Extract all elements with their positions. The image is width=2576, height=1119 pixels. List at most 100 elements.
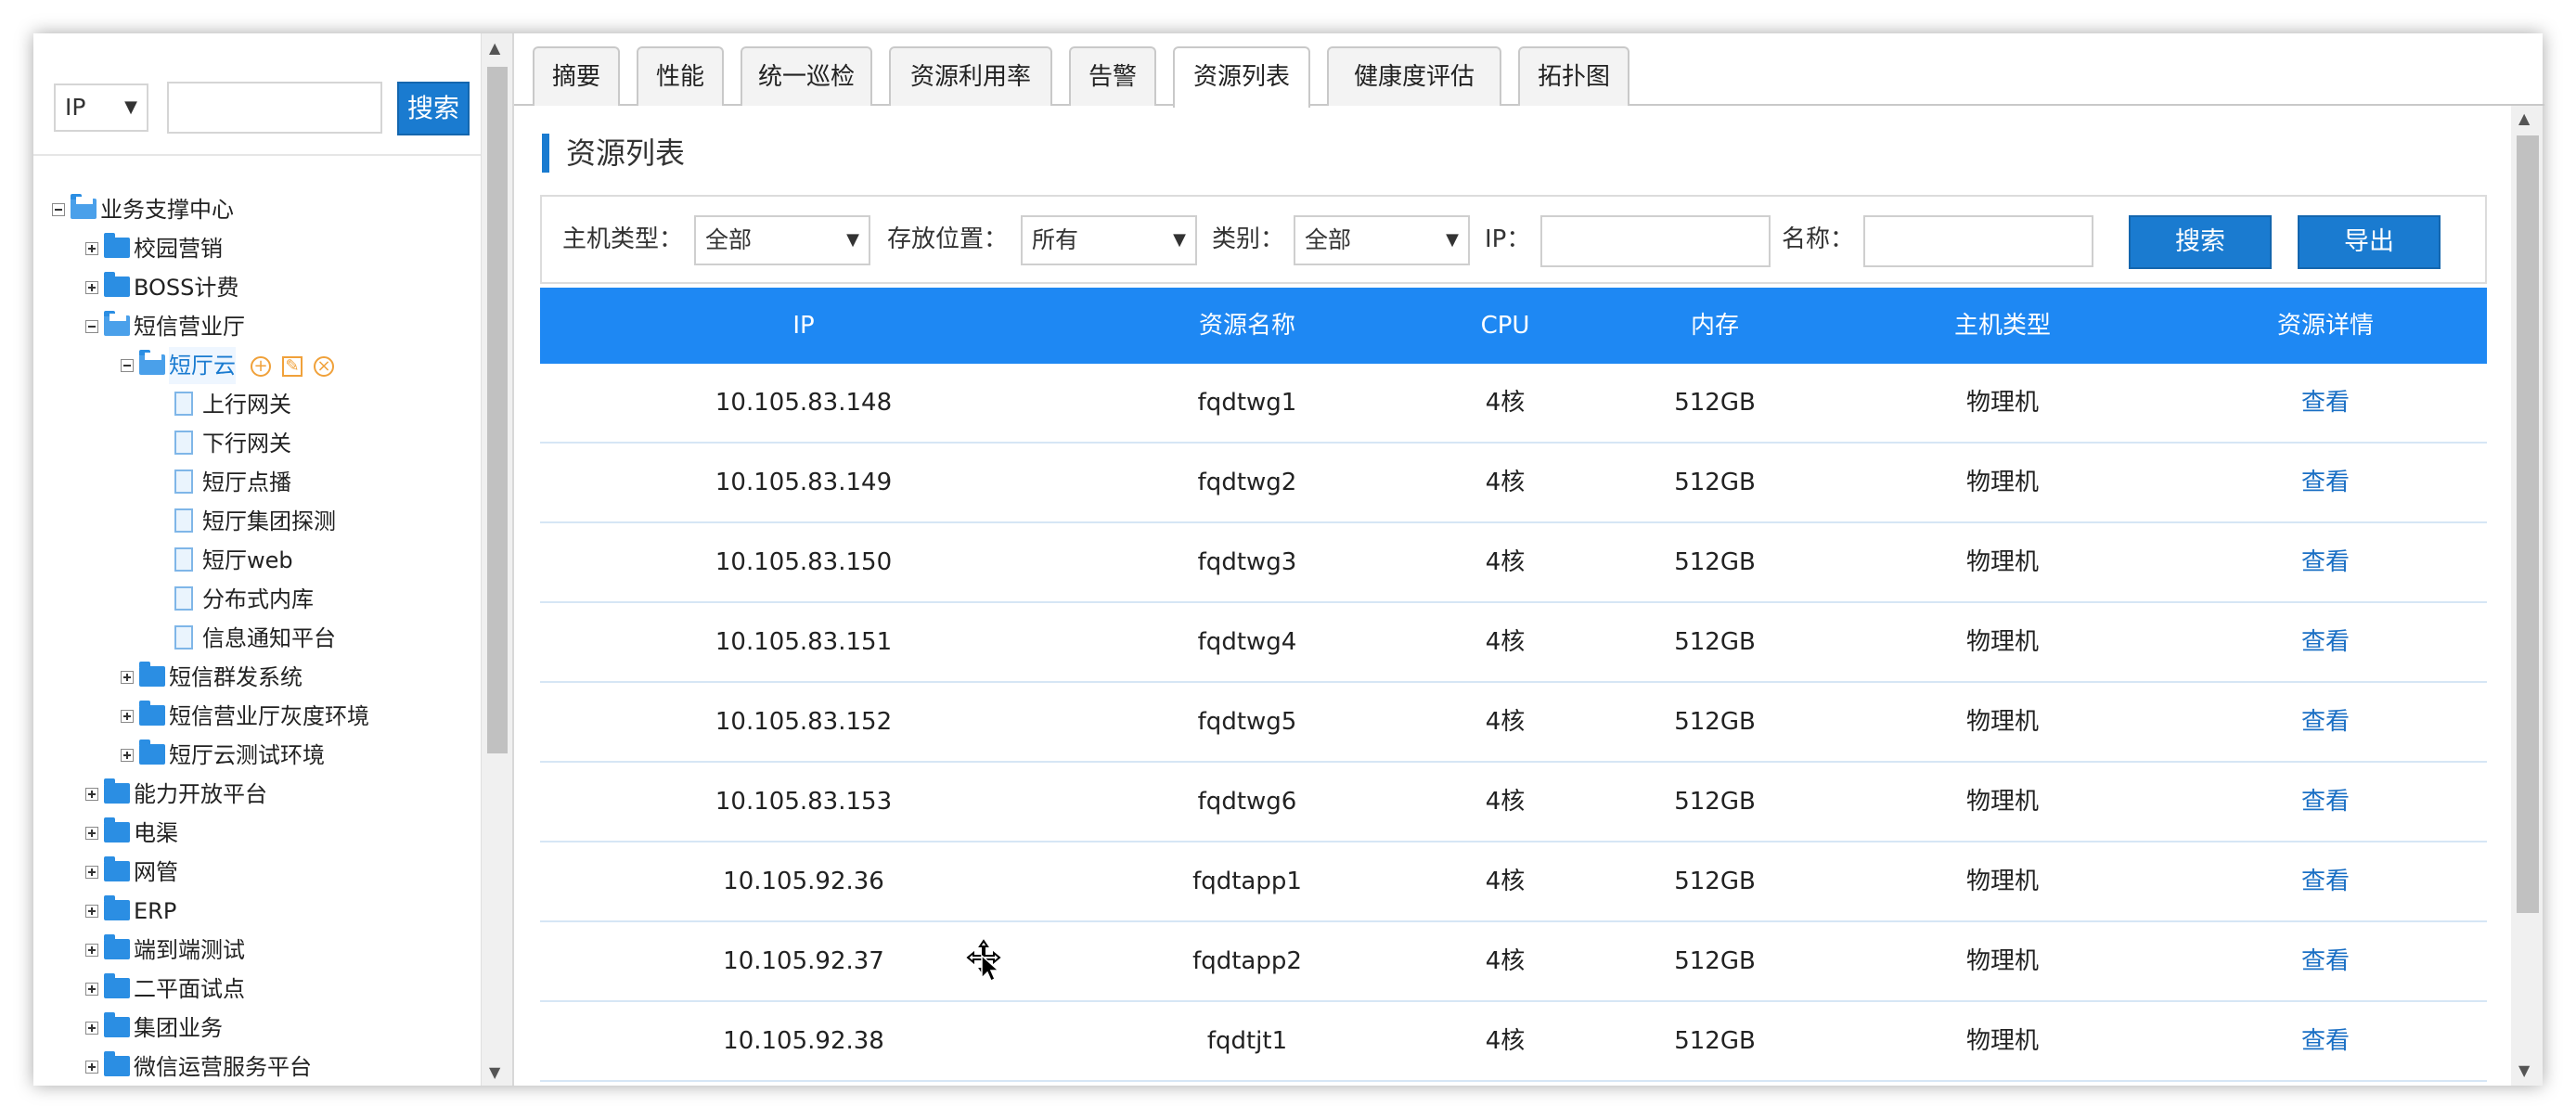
delete-icon[interactable]: ×	[314, 356, 334, 377]
view-details-link[interactable]: 查看	[2214, 683, 2437, 761]
name-input[interactable]	[1863, 215, 2093, 267]
view-details-link[interactable]: 查看	[2214, 842, 2437, 920]
tree-node[interactable]: 短厅云测试环境	[33, 737, 483, 774]
tree-node[interactable]: 上行网关	[33, 386, 483, 423]
tree-node-label[interactable]: 网管	[134, 854, 178, 891]
tree-node-label[interactable]: BOSS计费	[134, 269, 238, 306]
right-scroll-thumb[interactable]	[2517, 135, 2539, 913]
collapse-icon[interactable]	[52, 203, 65, 216]
tree-node-label[interactable]: 短信营业厅	[134, 308, 245, 345]
tab-3[interactable]: 资源利用率	[889, 46, 1052, 106]
tab-4[interactable]: 告警	[1069, 46, 1156, 106]
view-details-link[interactable]: 查看	[2214, 1002, 2437, 1080]
tree-node[interactable]: 端到端测试	[33, 932, 483, 969]
expand-icon[interactable]	[85, 944, 98, 957]
expand-icon[interactable]	[85, 242, 98, 255]
tree-node[interactable]: 网管	[33, 854, 483, 891]
view-details-link[interactable]: 查看	[2214, 922, 2437, 1000]
tree-node-label[interactable]: 短厅云测试环境	[169, 737, 325, 774]
location-select[interactable]: 所有 ▼	[1021, 215, 1197, 265]
search-type-select[interactable]: IP ▼	[54, 84, 148, 132]
expand-icon[interactable]	[85, 905, 98, 918]
column-header[interactable]: 内存	[1622, 288, 1808, 364]
tree-node-label[interactable]: 短厅web	[202, 542, 293, 579]
expand-icon[interactable]	[121, 671, 134, 684]
search-button[interactable]: 搜索	[2129, 215, 2272, 269]
expand-icon[interactable]	[85, 1022, 98, 1035]
export-button[interactable]: 导出	[2298, 215, 2441, 269]
expand-icon[interactable]	[85, 827, 98, 840]
tree-node-label[interactable]: 分布式内库	[202, 581, 314, 618]
scroll-down-icon[interactable]: ▼	[489, 1063, 500, 1081]
view-details-link[interactable]: 查看	[2214, 444, 2437, 521]
tree-node[interactable]: 下行网关	[33, 425, 483, 462]
tab-7[interactable]: 拓扑图	[1518, 46, 1629, 106]
tree-node-label[interactable]: 端到端测试	[134, 932, 245, 969]
tree-node[interactable]: 集团业务	[33, 1010, 483, 1047]
tree-node[interactable]: 信息通知平台	[33, 620, 483, 657]
tree-node[interactable]: 短信营业厅	[33, 308, 483, 345]
tree-node-label[interactable]: 微信运营服务平台	[134, 1048, 312, 1086]
tree-node[interactable]: 短厅集团探测	[33, 503, 483, 540]
expand-icon[interactable]	[85, 281, 98, 294]
expand-icon[interactable]	[85, 866, 98, 879]
tree-node[interactable]: 电渠	[33, 815, 483, 852]
tab-0[interactable]: 摘要	[533, 46, 620, 106]
tree-node[interactable]: 短厅点播	[33, 464, 483, 501]
tree-node-label[interactable]: ERP	[134, 893, 176, 930]
tree-node-label[interactable]: 信息通知平台	[202, 620, 336, 657]
column-header[interactable]: 主机类型	[1863, 288, 2142, 364]
view-details-link[interactable]: 查看	[2214, 603, 2437, 681]
tree-node-label[interactable]: 上行网关	[202, 386, 291, 423]
column-header[interactable]: 资源详情	[2214, 288, 2437, 364]
tab-5[interactable]: 资源列表	[1173, 46, 1310, 108]
scroll-up-icon[interactable]: ▲	[489, 39, 500, 57]
tab-2[interactable]: 统一巡检	[741, 46, 872, 106]
left-scrollbar[interactable]: ▲ ▼	[481, 33, 513, 1086]
scroll-down-icon[interactable]: ▼	[2518, 1061, 2530, 1079]
tree-node-label[interactable]: 下行网关	[202, 425, 291, 462]
scroll-up-icon[interactable]: ▲	[2518, 109, 2530, 127]
expand-icon[interactable]	[85, 983, 98, 996]
right-scrollbar[interactable]: ▲ ▼	[2511, 106, 2543, 1086]
expand-icon[interactable]	[85, 1061, 98, 1074]
tree-node-label[interactable]: 业务支撑中心	[100, 191, 234, 228]
left-scroll-thumb[interactable]	[487, 67, 508, 753]
tree-node[interactable]: 短厅云 + ✎ ×	[33, 347, 483, 384]
ip-input[interactable]	[1540, 215, 1771, 267]
tree-node-label[interactable]: 能力开放平台	[134, 776, 267, 813]
tree-node[interactable]: 业务支撑中心	[33, 191, 483, 228]
tree-node[interactable]: ERP	[33, 893, 483, 930]
edit-icon[interactable]: ✎	[282, 356, 303, 377]
expand-icon[interactable]	[85, 788, 98, 801]
tree-node-label[interactable]: 短厅云	[169, 347, 236, 384]
column-header[interactable]: CPU	[1431, 288, 1579, 364]
column-header[interactable]: IP	[618, 288, 989, 364]
view-details-link[interactable]: 查看	[2214, 523, 2437, 601]
tree-node[interactable]: 短信群发系统	[33, 659, 483, 696]
tree-node-label[interactable]: 短厅点播	[202, 464, 291, 501]
tab-6[interactable]: 健康度评估	[1327, 46, 1501, 106]
tree-node[interactable]: 二平面试点	[33, 971, 483, 1008]
host-type-select[interactable]: 全部 ▼	[694, 215, 870, 265]
tree-node-label[interactable]: 短信营业厅灰度环境	[169, 698, 369, 735]
collapse-icon[interactable]	[121, 359, 134, 372]
tree-node-label[interactable]: 二平面试点	[134, 971, 245, 1008]
tree-node-label[interactable]: 短信群发系统	[169, 659, 303, 696]
tree-node[interactable]: 短厅web	[33, 542, 483, 579]
tree-node-label[interactable]: 校园营销	[134, 230, 223, 267]
tree-node[interactable]: 短信营业厅灰度环境	[33, 698, 483, 735]
column-header[interactable]: 资源名称	[1080, 288, 1414, 364]
collapse-icon[interactable]	[85, 320, 98, 333]
add-icon[interactable]: +	[251, 356, 271, 377]
view-details-link[interactable]: 查看	[2214, 364, 2437, 442]
tree-node[interactable]: 微信运营服务平台	[33, 1048, 483, 1086]
tree-search-button[interactable]: 搜索	[397, 82, 470, 135]
tab-1[interactable]: 性能	[637, 46, 724, 106]
tree-node-label[interactable]: 集团业务	[134, 1010, 223, 1047]
tree-node[interactable]: 校园营销	[33, 230, 483, 267]
tree-node[interactable]: BOSS计费	[33, 269, 483, 306]
tree-node-label[interactable]: 短厅集团探测	[202, 503, 336, 540]
tree-search-input[interactable]	[167, 82, 382, 134]
expand-icon[interactable]	[121, 710, 134, 723]
